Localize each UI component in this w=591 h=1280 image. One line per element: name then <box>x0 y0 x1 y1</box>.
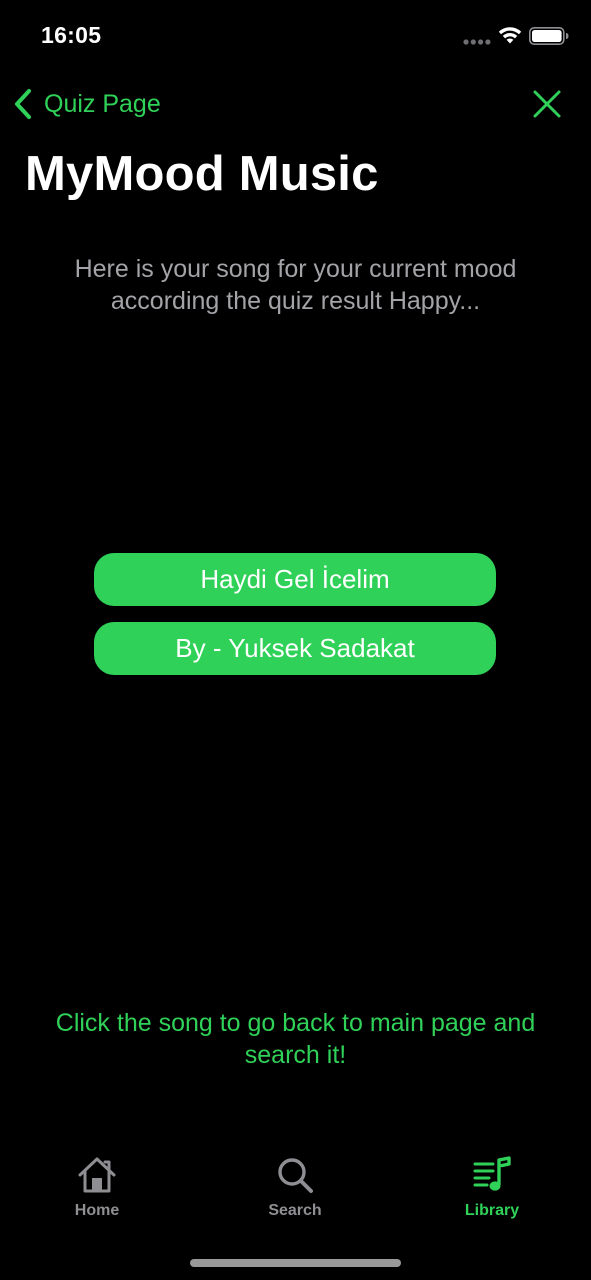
tab-search[interactable]: Search <box>225 1154 365 1220</box>
song-title-button[interactable]: Haydi Gel İcelim <box>94 553 496 606</box>
chevron-left-icon <box>15 89 31 119</box>
page-title: MyMood Music <box>25 147 379 201</box>
hint-text: Click the song to go back to main page a… <box>55 1009 536 1069</box>
magnifying-glass-icon <box>278 1158 313 1193</box>
song-artist-button[interactable]: By - Yuksek Sadakat <box>94 622 496 675</box>
tab-library[interactable]: Library <box>422 1154 562 1220</box>
cellular-signal-icon <box>463 39 491 45</box>
house-icon <box>78 1157 116 1193</box>
mood-result-text: Here is your song for your current mood … <box>74 255 517 315</box>
battery-icon <box>529 27 569 45</box>
tab-home[interactable]: Home <box>27 1154 167 1220</box>
status-bar: 16:05 <box>0 0 591 72</box>
wifi-icon <box>498 27 522 44</box>
back-button[interactable]: Quiz Page <box>12 86 161 122</box>
close-icon[interactable] <box>532 89 562 119</box>
tab-library-label: Library <box>464 1202 520 1219</box>
tab-search-label: Search <box>268 1202 322 1219</box>
tab-home-label: Home <box>74 1202 120 1219</box>
home-indicator <box>190 1259 401 1267</box>
back-button-label: Quiz Page <box>44 89 161 118</box>
status-time: 16:05 <box>41 22 102 48</box>
music-list-icon <box>473 1156 511 1191</box>
tab-bar: Home Search Library <box>0 1140 591 1240</box>
